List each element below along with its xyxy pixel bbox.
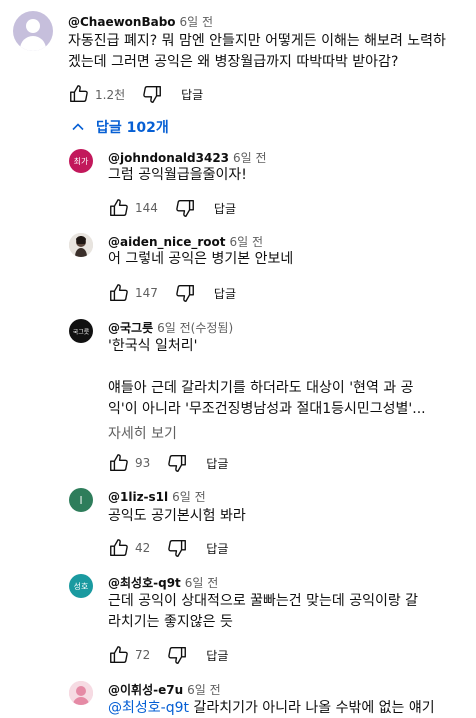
thumbs-down-icon[interactable]	[166, 537, 188, 559]
comment-actions: 93 답글	[108, 451, 228, 475]
avatar-photo	[69, 233, 93, 257]
comment-line: 익'이 아니라 '무조건징병남성과 절대1등시민그성별'...	[108, 401, 426, 417]
comment-header: @최성호-q9t 6일 전	[108, 572, 218, 591]
read-more-button[interactable]: 자세히 보기	[108, 423, 177, 443]
comment-line: 어 그렇네 공익은 병기본 안보네	[108, 251, 294, 267]
chevron-up-icon	[72, 123, 84, 131]
comment-header: @ChaewonBabo 6일 전	[68, 11, 213, 30]
comment-line: '한국식 일처리'	[108, 338, 198, 354]
avatar[interactable]	[69, 681, 93, 705]
replies-toggle-label: 답글 102개	[96, 120, 169, 136]
replies-toggle-button[interactable]: 답글 102개	[70, 117, 169, 137]
thumbs-up-icon[interactable]	[108, 537, 130, 559]
avatar[interactable]: 성호	[69, 574, 93, 598]
comment-time[interactable]: 6일 전	[172, 490, 206, 504]
comment-author[interactable]: @ChaewonBabo	[68, 15, 176, 29]
comment-author[interactable]: @1liz-s1l	[108, 490, 168, 504]
comment-line-text: 갈라치기가 아니라 나올 수밖에 없는 얘기	[193, 700, 435, 716]
avatar[interactable]: 최가	[69, 149, 93, 173]
comment-line: 공익도 공기본시험 봐라	[108, 508, 246, 524]
thumbs-up-icon[interactable]	[108, 282, 130, 304]
like-count: 42	[135, 541, 151, 555]
thumbs-down-icon[interactable]	[166, 452, 188, 474]
avatar[interactable]: 국그릇	[69, 319, 93, 343]
reply-button[interactable]: 답글	[214, 200, 236, 217]
comment-time[interactable]: 6일 전	[233, 151, 267, 165]
comment-author[interactable]: @aiden_nice_root	[108, 235, 226, 249]
reply-button[interactable]: 답글	[206, 455, 228, 472]
thumbs-up-icon[interactable]	[108, 197, 130, 219]
thumbs-down-icon[interactable]	[141, 83, 163, 105]
comment-time[interactable]: 6일 전	[185, 576, 219, 590]
avatar-text: 성호	[73, 581, 89, 591]
comment-time[interactable]: 6일 전(수정됨)	[157, 321, 233, 335]
comment-text: 근데 공익이 상대적으로 꿀빠는건 맞는데 공익이랑 갈 라치기는 좋지않은 듯	[108, 591, 458, 633]
like-count: 144	[135, 201, 158, 215]
comment-actions: 42 답글	[108, 536, 228, 560]
comment-author[interactable]: @국그릇	[108, 321, 153, 335]
comment-line: 라치기는 좋지않은 듯	[108, 614, 233, 630]
comments-panel: @ChaewonBabo 6일 전 자동진급 폐지? 뭐 맘엔 안들지만 어떻게든…	[0, 0, 476, 718]
comment-text: 자동진급 폐지? 뭐 맘엔 안들지만 어떻게든 이해는 해보려 노력하겠는데 그…	[68, 33, 446, 70]
comment-author[interactable]: @최성호-q9t	[108, 576, 181, 590]
reply-button[interactable]: 답글	[214, 285, 236, 302]
avatar[interactable]	[69, 233, 93, 257]
like-count: 93	[135, 456, 151, 470]
comment-time[interactable]: 6일 전	[187, 683, 221, 697]
avatar-text: 최가	[73, 156, 89, 166]
comment-header: @이휘성-e7u 6일 전	[108, 679, 221, 698]
thumbs-up-icon[interactable]	[108, 644, 130, 666]
thumbs-up-icon[interactable]	[68, 83, 90, 105]
comment-text: @최성호-q9t 갈라치기가 아니라 나올 수밖에 없는 얘기	[108, 698, 458, 718]
avatar-text: 국그릇	[72, 328, 90, 336]
comment-text: 그럼 공익월급을줄이자!	[108, 165, 458, 186]
comment-text: 어 그렇네 공익은 병기본 안보네	[108, 249, 458, 270]
comment-time[interactable]: 6일 전	[180, 15, 214, 29]
reply-button[interactable]: 답글	[206, 540, 228, 557]
like-count: 147	[135, 286, 158, 300]
avatar-photo	[69, 681, 93, 705]
comment-header: @국그릇 6일 전(수정됨)	[108, 317, 233, 336]
avatar-text: l	[79, 493, 83, 507]
thumbs-down-icon[interactable]	[174, 197, 196, 219]
comment-time[interactable]: 6일 전	[230, 235, 264, 249]
comment-actions: 72 답글	[108, 643, 228, 667]
comment-header: @johndonald3423 6일 전	[108, 147, 267, 166]
thumbs-down-icon[interactable]	[174, 282, 196, 304]
thumbs-up-icon[interactable]	[108, 452, 130, 474]
comment-actions: 147 답글	[108, 281, 236, 305]
comment-line	[108, 357, 458, 378]
reply-button[interactable]: 답글	[206, 647, 228, 664]
comment-header: @aiden_nice_root 6일 전	[108, 231, 263, 250]
comment-line: 그럼 공익월급을줄이자!	[108, 167, 247, 183]
comment-author[interactable]: @johndonald3423	[108, 151, 229, 165]
comment-text: 공익도 공기본시험 봐라	[108, 506, 458, 527]
comment-actions: 1.2천 답글	[68, 82, 203, 106]
comment-actions: 144 답글	[108, 196, 236, 220]
avatar[interactable]: l	[69, 488, 93, 512]
comment-text: '한국식 일처리' 얘들아 근데 갈라치기를 하더라도 대상이 '현역 과 공 …	[108, 336, 458, 420]
comment-line: 근데 공익이 상대적으로 꿀빠는건 맞는데 공익이랑 갈	[108, 593, 419, 609]
comment-author[interactable]: @이휘성-e7u	[108, 683, 183, 697]
reply-button[interactable]: 답글	[181, 86, 203, 103]
comment-line: 얘들아 근데 갈라치기를 하더라도 대상이 '현역 과 공	[108, 380, 414, 396]
comment-line: @최성호-q9t 갈라치기가 아니라 나올 수밖에 없는 얘기	[108, 698, 458, 718]
avatar[interactable]	[13, 11, 53, 51]
like-count: 1.2천	[95, 87, 126, 102]
like-count: 72	[135, 648, 151, 662]
thumbs-down-icon[interactable]	[166, 644, 188, 666]
comment-header: @1liz-s1l 6일 전	[108, 486, 206, 505]
mention-link[interactable]: @최성호-q9t	[108, 700, 189, 716]
